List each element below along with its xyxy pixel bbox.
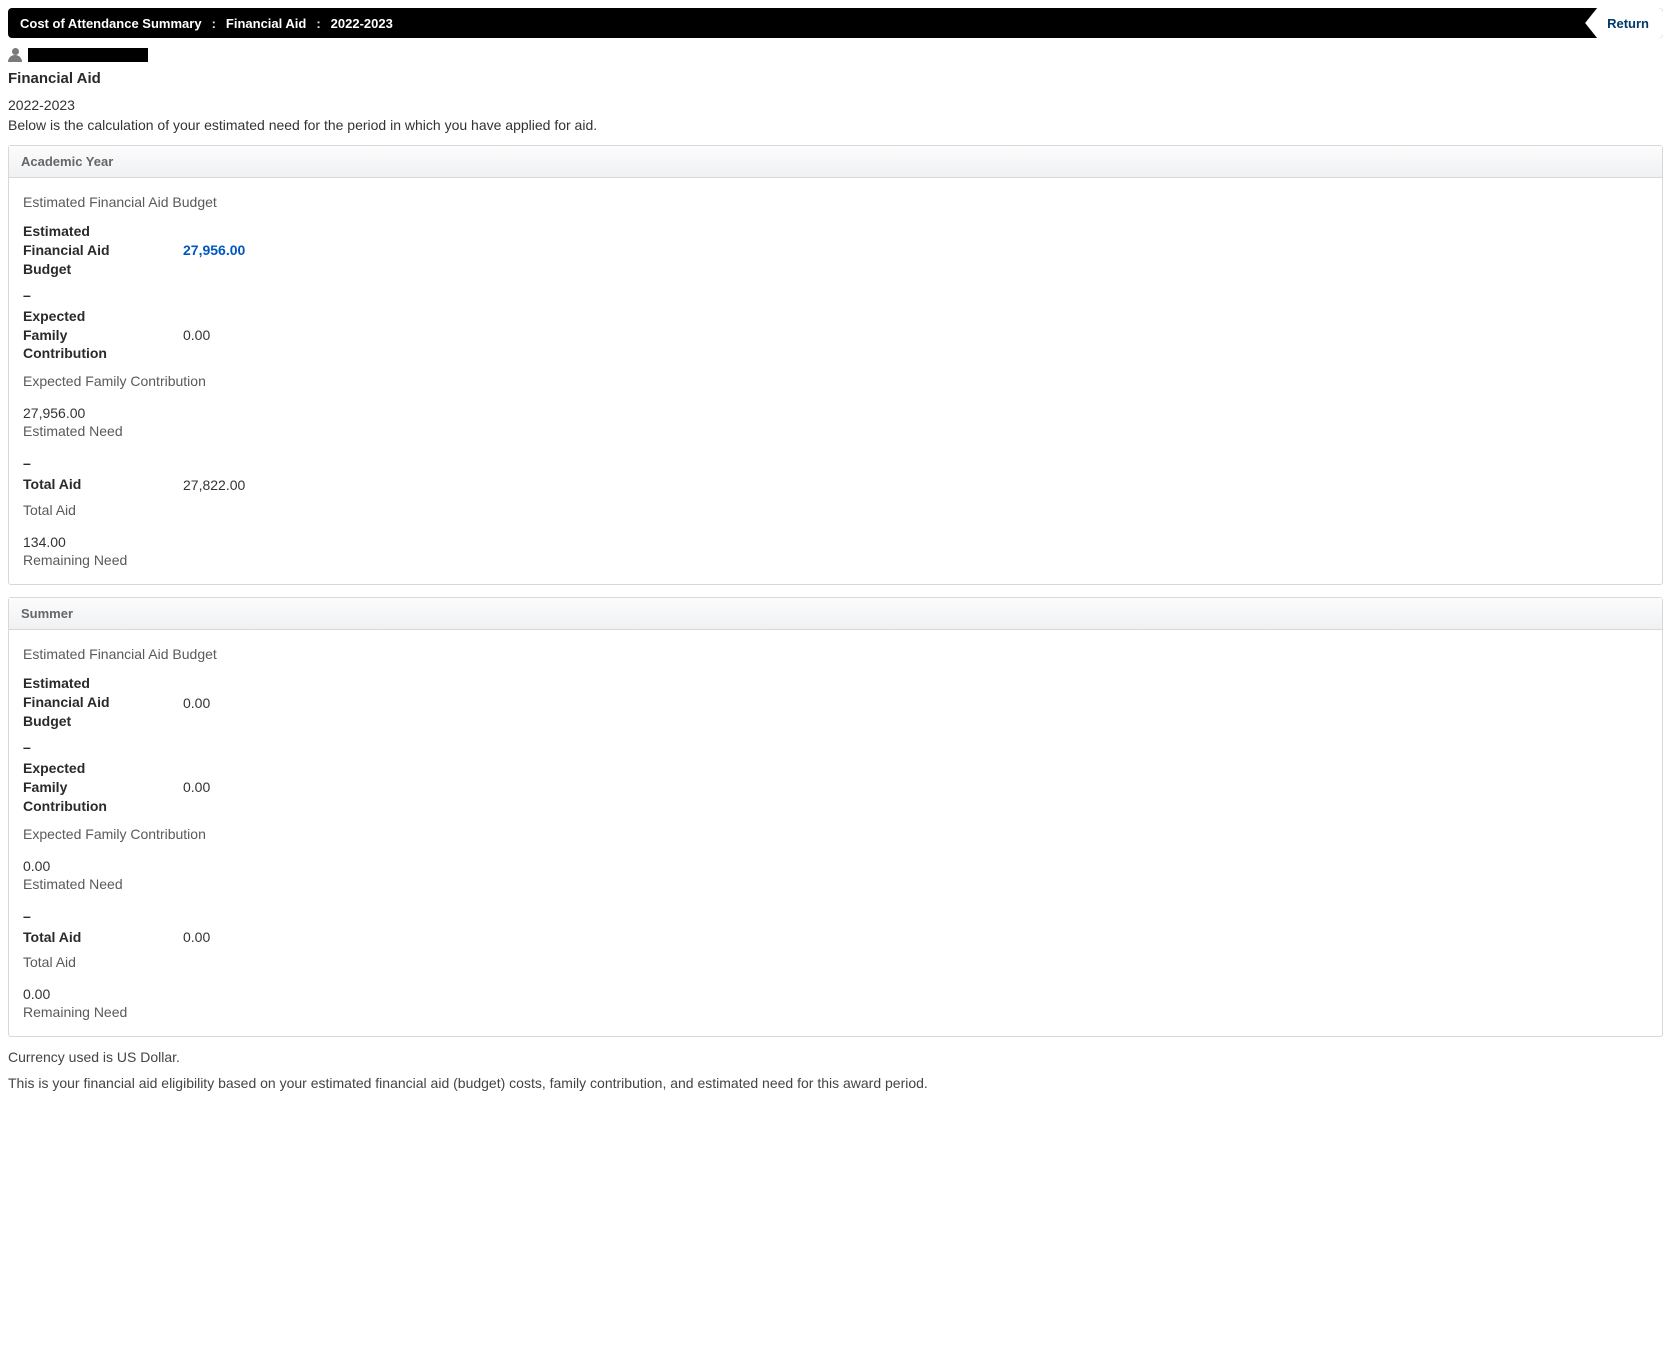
efc-label: Expected Family Contribution (23, 307, 133, 364)
minus-icon: – (23, 908, 1648, 924)
row-budget: Estimated Financial Aid Budget 0.00 (23, 674, 1648, 731)
row-total-aid: Total Aid 0.00 (23, 928, 1648, 947)
minus-icon: – (23, 287, 1648, 303)
efc-sublabel: Expected Family Contribution (23, 826, 1648, 842)
budget-subhead: Estimated Financial Aid Budget (23, 194, 1648, 210)
estimated-need-label: Estimated Need (23, 423, 1648, 439)
estimated-need-value: 27,956.00 (23, 405, 1648, 421)
minus-icon: – (23, 455, 1648, 471)
estimated-need-label: Estimated Need (23, 876, 1648, 892)
efc-sublabel: Expected Family Contribution (23, 373, 1648, 389)
breadcrumb-separator-icon: : (212, 16, 216, 31)
breadcrumb-separator-icon: : (316, 16, 320, 31)
user-icon (8, 48, 22, 62)
page-title: Financial Aid (8, 70, 1663, 87)
efc-value: 0.00 (183, 779, 210, 795)
panel-header: Academic Year (9, 146, 1662, 178)
intro-text: Below is the calculation of your estimat… (8, 117, 1663, 133)
user-row (8, 48, 1663, 62)
row-efc: Expected Family Contribution 0.00 (23, 759, 1648, 816)
row-efc: Expected Family Contribution 0.00 (23, 307, 1648, 364)
total-aid-label: Total Aid (23, 475, 133, 494)
currency-note: Currency used is US Dollar. (8, 1049, 1663, 1065)
row-budget: Estimated Financial Aid Budget 27,956.00 (23, 222, 1648, 279)
budget-value-link[interactable]: 27,956.00 (183, 242, 245, 258)
remaining-need-value: 134.00 (23, 534, 1648, 550)
aid-year: 2022-2023 (8, 97, 1663, 113)
breadcrumb-item: 2022-2023 (331, 16, 393, 31)
panel-academic-year: Academic Year Estimated Financial Aid Bu… (8, 145, 1663, 585)
total-aid-sublabel: Total Aid (23, 502, 1648, 518)
breadcrumb-item: Financial Aid (226, 16, 306, 31)
breadcrumb-bar: Cost of Attendance Summary : Financial A… (8, 8, 1663, 38)
total-aid-label: Total Aid (23, 928, 133, 947)
budget-label: Estimated Financial Aid Budget (23, 674, 133, 731)
efc-value: 0.00 (183, 327, 210, 343)
remaining-need-label: Remaining Need (23, 1004, 1648, 1020)
return-button[interactable]: Return (1585, 8, 1663, 38)
breadcrumb-item: Cost of Attendance Summary (20, 16, 202, 31)
user-name-redacted (28, 48, 148, 62)
eligibility-note: This is your financial aid eligibility b… (8, 1075, 1663, 1091)
estimated-need-value: 0.00 (23, 858, 1648, 874)
total-aid-value: 0.00 (183, 929, 210, 945)
remaining-need-label: Remaining Need (23, 552, 1648, 568)
budget-value: 0.00 (183, 695, 210, 711)
panel-header: Summer (9, 598, 1662, 630)
budget-subhead: Estimated Financial Aid Budget (23, 646, 1648, 662)
minus-icon: – (23, 739, 1648, 755)
breadcrumb: Cost of Attendance Summary : Financial A… (20, 16, 393, 31)
remaining-need-value: 0.00 (23, 986, 1648, 1002)
panel-summer: Summer Estimated Financial Aid Budget Es… (8, 597, 1663, 1037)
total-aid-value: 27,822.00 (183, 477, 245, 493)
efc-label: Expected Family Contribution (23, 759, 133, 816)
budget-label: Estimated Financial Aid Budget (23, 222, 133, 279)
row-total-aid: Total Aid 27,822.00 (23, 475, 1648, 494)
total-aid-sublabel: Total Aid (23, 954, 1648, 970)
